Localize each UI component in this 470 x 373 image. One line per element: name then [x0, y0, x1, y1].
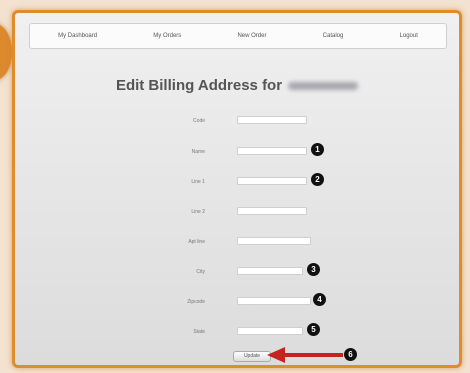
nav-my-dashboard[interactable]: My Dashboard [54, 33, 101, 39]
top-navbar: My Dashboard My Orders New Order Catalog… [29, 23, 447, 49]
nav-my-orders[interactable]: My Orders [149, 33, 185, 39]
step-badge-4: 4 [313, 293, 326, 306]
apt-line-input[interactable] [237, 237, 311, 245]
name-input[interactable] [237, 147, 307, 155]
page-title: Edit Billing Address for [15, 77, 459, 94]
zipcode-label: Zipcode [187, 299, 205, 305]
step-badge-2: 2 [311, 173, 324, 186]
line1-label: Line 1 [191, 179, 205, 185]
redacted-customer-name [288, 82, 359, 91]
red-arrow-icon [267, 347, 343, 363]
step-badge-5: 5 [307, 323, 320, 336]
name-label: Name [191, 149, 205, 155]
city-label: City [196, 269, 205, 275]
nav-logout[interactable]: Logout [396, 33, 422, 39]
step-badge-1: 1 [311, 143, 324, 156]
code-label: Code [193, 118, 205, 124]
state-input[interactable] [237, 327, 303, 335]
line2-input[interactable] [237, 207, 307, 215]
city-input[interactable] [237, 267, 303, 275]
orange-callout-circle [0, 24, 12, 80]
apt-line-label: Apt line [188, 239, 205, 245]
browser-frame: My Dashboard My Orders New Order Catalog… [12, 10, 462, 368]
nav-new-order[interactable]: New Order [233, 33, 270, 39]
code-input[interactable] [237, 116, 307, 124]
nav-catalog[interactable]: Catalog [319, 33, 348, 39]
step-badge-6: 6 [344, 348, 357, 361]
step-badge-3: 3 [307, 263, 320, 276]
page-title-text: Edit Billing Address for [115, 77, 283, 94]
state-label: State [193, 329, 205, 335]
line1-input[interactable] [237, 177, 307, 185]
zipcode-input[interactable] [237, 297, 311, 305]
line2-label: Line 2 [191, 209, 205, 215]
